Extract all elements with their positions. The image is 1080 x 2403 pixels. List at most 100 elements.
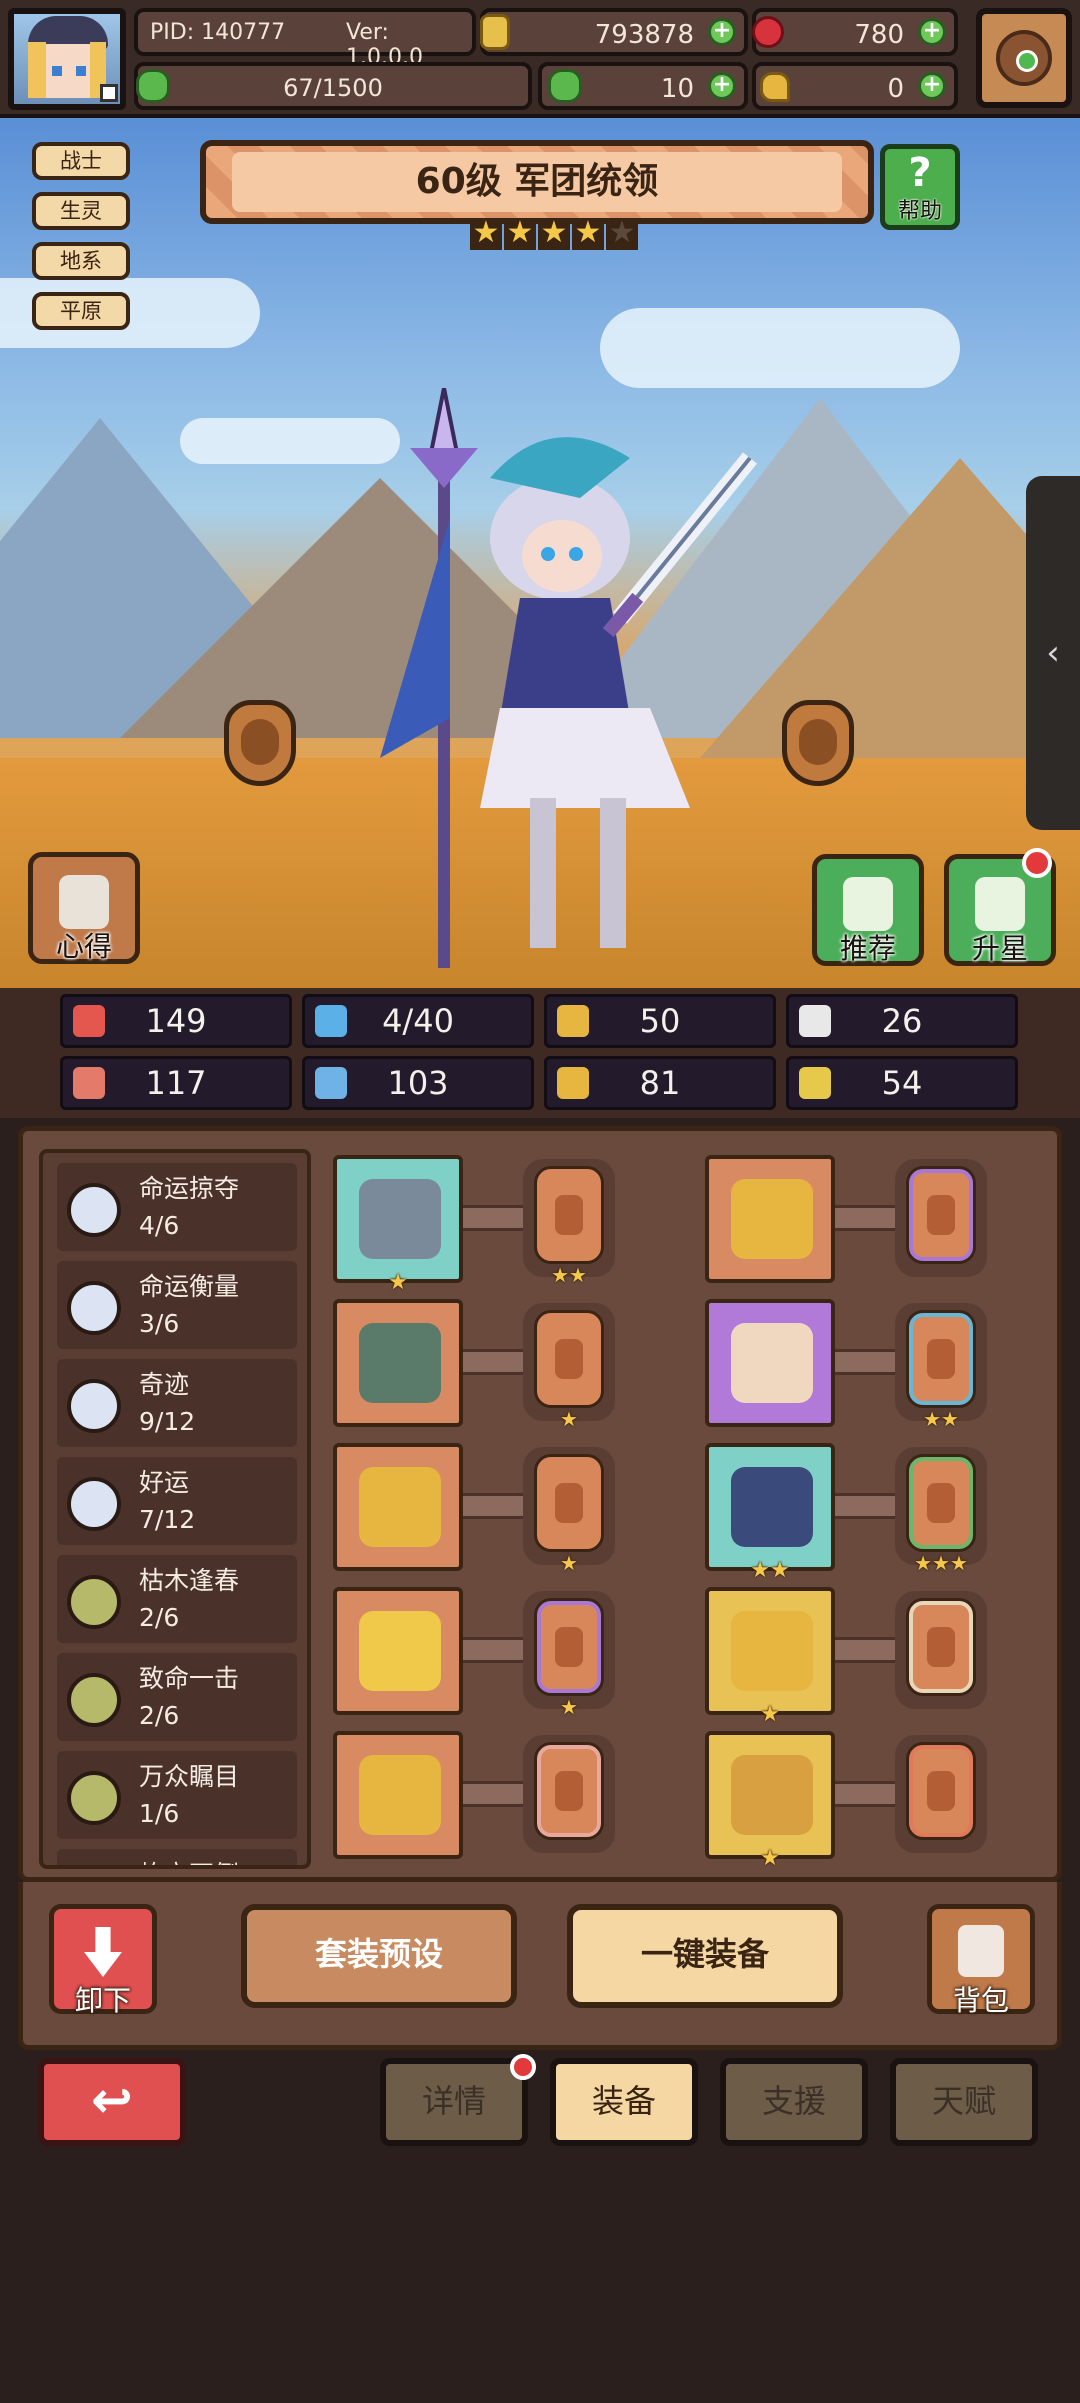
tab-support[interactable]: 支援 bbox=[720, 2058, 868, 2146]
set-bonus-list[interactable]: 命运掠夺 4/6 命运衡量 3/6 奇迹 9/12 好运 7/12 枯木逢春 2/6 致命一击 2/6… bbox=[39, 1149, 311, 1869]
side-panel-toggle[interactable]: ‹ bbox=[1026, 476, 1080, 830]
stat-boot: 81 bbox=[544, 1056, 776, 1110]
gem-ring-icon bbox=[359, 1755, 441, 1835]
stat-value: 117 bbox=[145, 1064, 207, 1102]
boot-icon bbox=[557, 1067, 589, 1099]
set-bonus-item[interactable]: 奇迹 9/12 bbox=[57, 1359, 297, 1447]
slot-connector bbox=[463, 1637, 523, 1663]
item-star-rating: ★ bbox=[760, 1846, 780, 1871]
equipment-slot-hammer[interactable]: ★ bbox=[333, 1155, 463, 1295]
tab-details[interactable]: 详情 bbox=[380, 2054, 536, 2146]
rune-stone-icon bbox=[909, 1745, 973, 1837]
tab-label: 详情 bbox=[421, 2082, 486, 2120]
insight-button[interactable]: 心得 bbox=[28, 852, 140, 964]
necklace-icon bbox=[359, 1467, 441, 1547]
set-emblem-icon bbox=[67, 1183, 121, 1237]
set-bonus-item[interactable]: 命运掠夺 4/6 bbox=[57, 1163, 297, 1251]
rune-core bbox=[927, 1627, 955, 1667]
back-arrow-icon: ↩ bbox=[91, 2071, 133, 2129]
left-skill-slot[interactable] bbox=[224, 700, 296, 786]
set-bonus-item[interactable]: 命运衡量 3/6 bbox=[57, 1261, 297, 1349]
set-bonus-item[interactable]: 致命一击 2/6 bbox=[57, 1653, 297, 1741]
set-bonus-item[interactable]: 枯木逢春 2/6 bbox=[57, 1555, 297, 1643]
rune-slot[interactable] bbox=[895, 1159, 987, 1277]
ruby-gem-icon bbox=[752, 16, 784, 48]
tab-talent[interactable]: 天赋 bbox=[890, 2058, 1038, 2146]
rune-slot[interactable]: ★ bbox=[523, 1447, 615, 1575]
unequip-button[interactable]: 卸下 bbox=[49, 1904, 157, 2017]
equipment-slot-armor[interactable] bbox=[333, 1299, 463, 1427]
chevron-left-icon: ‹ bbox=[1046, 633, 1060, 673]
slot-connector bbox=[463, 1349, 523, 1375]
tab-equipment[interactable]: 装备 bbox=[550, 2058, 698, 2146]
scroll-icon bbox=[59, 875, 109, 929]
set-preset-button[interactable]: 套装预设 bbox=[241, 1904, 517, 2008]
set-emblem-icon bbox=[67, 1281, 121, 1335]
class-tag-creature: 生灵 bbox=[32, 192, 130, 230]
rune-slot[interactable] bbox=[523, 1735, 615, 1853]
settings-button[interactable] bbox=[976, 8, 1072, 108]
class-tag-warrior: 战士 bbox=[32, 142, 130, 180]
rune-slot[interactable]: ★ bbox=[523, 1303, 615, 1431]
rune-slot[interactable]: ★ bbox=[523, 1591, 615, 1719]
back-button[interactable]: ↩ bbox=[38, 2058, 186, 2146]
slot-connector bbox=[835, 1349, 895, 1375]
key-pill: 0 + bbox=[752, 62, 958, 110]
clover-pill: 10 + bbox=[538, 62, 748, 110]
rune-core bbox=[555, 1483, 583, 1523]
heart-icon bbox=[73, 1005, 105, 1037]
star-icon: ★ bbox=[504, 218, 536, 250]
equipment-slot-boots[interactable]: ★ bbox=[705, 1731, 835, 1871]
rune-slot[interactable]: ★★ bbox=[523, 1159, 615, 1287]
pid-pill: PID: 140777 Ver: 1.0.0.0 bbox=[134, 8, 476, 70]
wing-icon bbox=[799, 1005, 831, 1037]
player-avatar[interactable] bbox=[8, 8, 126, 110]
right-skill-slot[interactable] bbox=[782, 700, 854, 786]
set-name: 枯木逢春 bbox=[139, 1566, 240, 1595]
gold-pill: 793878 + bbox=[480, 8, 748, 56]
equipment-slot-amulet[interactable] bbox=[333, 1587, 463, 1715]
rune-slot[interactable] bbox=[895, 1735, 987, 1853]
slot-connector bbox=[835, 1637, 895, 1663]
set-bonus-item[interactable]: 好运 7/12 bbox=[57, 1457, 297, 1545]
item-star-rating: ★ bbox=[760, 1702, 780, 1727]
auto-equip-button[interactable]: 一键装备 bbox=[567, 1904, 843, 2008]
set-count: 4/6 bbox=[139, 1211, 180, 1240]
boots-icon bbox=[731, 1755, 813, 1835]
recommend-button[interactable]: 推荐 bbox=[812, 854, 924, 966]
stat-value: 54 bbox=[881, 1064, 923, 1102]
eye-icon bbox=[1016, 50, 1038, 72]
slot-connector bbox=[835, 1205, 895, 1231]
ring-icon bbox=[731, 1179, 813, 1259]
equipment-slot-chest[interactable] bbox=[705, 1299, 835, 1427]
rune-star-rating: ★ bbox=[560, 1551, 578, 1575]
equipment-slot-ring[interactable] bbox=[705, 1155, 835, 1283]
action-bar: 卸下 套装预设 一键装备 背包 bbox=[18, 1882, 1062, 2050]
rune-slot[interactable]: ★★★ bbox=[895, 1447, 987, 1575]
horseshoe-icon bbox=[799, 1067, 831, 1099]
equipment-slot-gem-ring[interactable] bbox=[333, 1731, 463, 1859]
add-clover-button[interactable]: + bbox=[708, 72, 736, 100]
help-button[interactable]: ? 帮助 bbox=[880, 144, 960, 230]
equipment-slot-crown[interactable]: ★ bbox=[705, 1587, 835, 1727]
rune-stone-icon bbox=[537, 1457, 601, 1549]
rune-core bbox=[555, 1195, 583, 1235]
add-gem-button[interactable]: + bbox=[918, 18, 946, 46]
rune-slot[interactable] bbox=[895, 1591, 987, 1709]
add-key-button[interactable]: + bbox=[918, 72, 946, 100]
bag-button[interactable]: 背包 bbox=[927, 1904, 1035, 2017]
item-star-rating: ★ bbox=[388, 1270, 408, 1295]
gauntlet-icon bbox=[731, 1467, 813, 1547]
rune-slot[interactable]: ★★ bbox=[895, 1303, 987, 1431]
shield-icon bbox=[557, 1005, 589, 1037]
stat-value: 149 bbox=[145, 1002, 207, 1040]
set-bonus-item[interactable]: 屹立不倒 bbox=[57, 1849, 297, 1865]
equipment-slot-necklace[interactable] bbox=[333, 1443, 463, 1571]
rune-stone-icon bbox=[909, 1169, 973, 1261]
set-count: 3/6 bbox=[139, 1309, 180, 1338]
add-gold-button[interactable]: + bbox=[708, 18, 736, 46]
book-icon bbox=[315, 1067, 347, 1099]
equipment-slot-gauntlet[interactable]: ★★ bbox=[705, 1443, 835, 1583]
star-icon: ★ bbox=[470, 218, 502, 250]
set-bonus-item[interactable]: 万众瞩目 1/6 bbox=[57, 1751, 297, 1839]
